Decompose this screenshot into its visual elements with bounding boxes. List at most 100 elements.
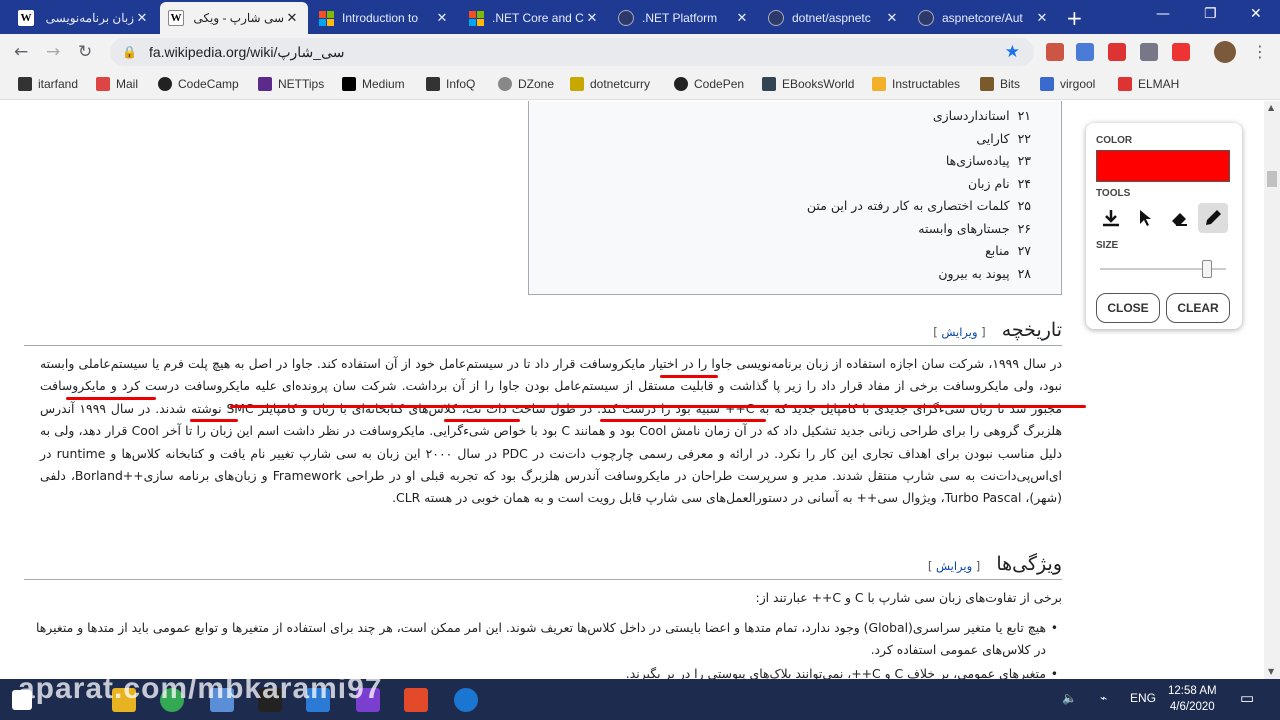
bookmark-label: CodeCamp [178,77,239,91]
edit-link-text[interactable]: ویرایش [941,325,977,339]
language-indicator[interactable]: ENG [1130,691,1156,705]
edit-link[interactable]: [ ویرایش ] [928,559,980,573]
heading-text: تاریخچه [1001,319,1062,341]
translate-icon[interactable] [1076,43,1094,61]
bookmark-item[interactable]: itarfand [18,77,78,91]
address-bar[interactable]: 🔒 fa.wikipedia.org/wiki/سی_شارپ ★ [110,38,1034,66]
tab-6[interactable]: dotnet/aspnetc ✕ [760,2,908,34]
shield-icon[interactable] [1140,43,1158,61]
app-icon[interactable] [404,688,428,712]
bookmark-item[interactable]: dotnetcurry [570,77,650,91]
toc-link[interactable]: نام زبان [968,176,1010,191]
network-icon[interactable]: ⌁ [1100,691,1107,705]
toc-item[interactable]: ۲۲ کارایی [529,128,1031,151]
toc-item[interactable]: ۲۴ نام زبان [529,173,1031,196]
extension-icon[interactable] [1046,43,1064,61]
bookmark-item[interactable]: CodeCamp [158,77,239,91]
clear-button[interactable]: CLEAR [1166,293,1230,323]
annotation-underline [444,419,520,422]
bookmark-item[interactable]: InfoQ [426,77,475,91]
features-intro: برخی از تفاوت‌های زبان سی شارپ با C و C+… [755,590,1062,605]
close-window-icon[interactable]: ✕ [1250,6,1262,22]
bookmark-item[interactable]: NETTips [258,77,324,91]
clock[interactable]: 12:58 AM 4/6/2020 [1168,683,1217,715]
extension-icon[interactable] [1108,43,1126,61]
size-slider-handle[interactable] [1202,260,1213,278]
reload-icon[interactable]: ↻ [78,42,92,62]
toc-number: ۲۲ [1017,130,1031,146]
minimize-icon[interactable]: — [1156,6,1170,22]
close-icon[interactable]: ✕ [284,10,300,26]
edge-icon[interactable] [454,688,478,712]
list-item: هیچ تابع یا متغیر سراسری(Global) وجود ند… [36,617,1058,662]
vertical-scrollbar[interactable]: ▲ ▼ [1264,101,1280,679]
color-swatch[interactable] [1096,150,1230,182]
tab-7[interactable]: aspnetcore/Aut ✕ [910,2,1058,34]
scroll-up-icon[interactable]: ▲ [1268,103,1274,112]
wikipedia-icon: W [18,10,34,26]
bookmark-item[interactable]: DZone [498,77,554,91]
menu-icon[interactable]: ⋮ [1252,42,1268,61]
close-icon[interactable]: ✕ [434,10,450,26]
bookmark-star-icon[interactable]: ★ [1005,42,1020,62]
toc-item[interactable]: ۲۱ استانداردسازی [529,105,1031,128]
tab-5[interactable]: .NET Platform ✕ [610,2,758,34]
bookmark-label: EBooksWorld [782,77,855,91]
toc-item[interactable]: ۲۸ پیوند به بیرون [529,263,1031,286]
close-icon[interactable]: ✕ [1034,10,1050,26]
tab-strip: W زبان برنامه‌نویسی ✕ W سی شارپ - ویکی ✕… [0,0,1280,34]
avatar[interactable] [1214,41,1236,63]
tab-1[interactable]: W زبان برنامه‌نویسی ✕ [10,2,158,34]
close-icon[interactable]: ✕ [884,10,900,26]
toc-link[interactable]: کلمات اختصاری به کار رفته در این متن [807,198,1010,213]
pen-extension-icon[interactable] [1172,43,1190,61]
toc-number: ۲۴ [1017,175,1031,191]
toc-item[interactable]: ۲۵ کلمات اختصاری به کار رفته در این متن [529,195,1031,218]
bookmark-item[interactable]: CodePen [674,77,744,91]
close-button[interactable]: CLOSE [1096,293,1160,323]
bookmark-item[interactable]: Bits [980,77,1020,91]
bookmark-item[interactable]: Medium [342,77,405,91]
new-tab-button[interactable]: + [1066,6,1083,30]
annotation-underline [66,397,156,400]
close-icon[interactable]: ✕ [134,10,150,26]
toc-item[interactable]: ۲۳ پیاده‌سازی‌ها [529,150,1031,173]
toc-link[interactable]: پیاده‌سازی‌ها [946,153,1010,168]
bookmark-item[interactable]: Instructables [872,77,960,91]
pointer-icon[interactable] [1130,203,1160,233]
toc-link[interactable]: جستارهای وابسته [918,221,1009,236]
edit-link[interactable]: [ ویرایش ] [933,325,985,339]
bookmark-item[interactable]: EBooksWorld [762,77,854,91]
toc-link[interactable]: منابع [985,243,1009,258]
back-icon[interactable]: ← [14,42,28,62]
bookmark-item[interactable]: ELMAH [1118,77,1179,91]
edit-link-text[interactable]: ویرایش [936,559,972,573]
toc-link[interactable]: کارایی [976,131,1009,146]
bookmark-item[interactable]: virgool [1040,77,1095,91]
pencil-icon[interactable] [1198,203,1228,233]
url-text: fa.wikipedia.org/wiki/سی_شارپ [148,43,345,60]
toc-item[interactable]: ۲۶ جستارهای وابسته [529,218,1031,241]
scroll-down-icon[interactable]: ▼ [1268,667,1274,676]
restore-icon[interactable]: ❐ [1204,6,1217,22]
clock-date: 4/6/2020 [1169,701,1215,713]
tab-4[interactable]: .NET Core and C ✕ [460,2,608,34]
tab-3[interactable]: Introduction to ✕ [310,2,458,34]
toc-link[interactable]: استانداردسازی [933,108,1010,123]
close-icon[interactable]: ✕ [584,10,600,26]
toc-link[interactable]: پیوند به بیرون [938,266,1009,281]
annotation-underline [600,419,766,422]
toc-item[interactable]: ۲۷ منابع [529,240,1031,263]
eraser-icon[interactable] [1164,203,1194,233]
toc-number: ۲۳ [1017,153,1031,168]
download-icon[interactable] [1096,203,1126,233]
volume-icon[interactable]: 🔈 [1062,691,1077,705]
table-of-contents: ۲۱ استانداردسازی ۲۲ کارایی ۲۳ پیاده‌سازی‌ها… [528,101,1062,295]
tools-label: TOOLS [1096,188,1131,199]
notifications-icon[interactable]: ▭ [1240,689,1254,707]
bookmark-item[interactable]: Mail [96,77,138,91]
close-icon[interactable]: ✕ [734,10,750,26]
forward-icon[interactable]: → [46,42,60,62]
tab-2[interactable]: W سی شارپ - ویکی ✕ [160,2,308,34]
scroll-thumb[interactable] [1267,171,1277,187]
